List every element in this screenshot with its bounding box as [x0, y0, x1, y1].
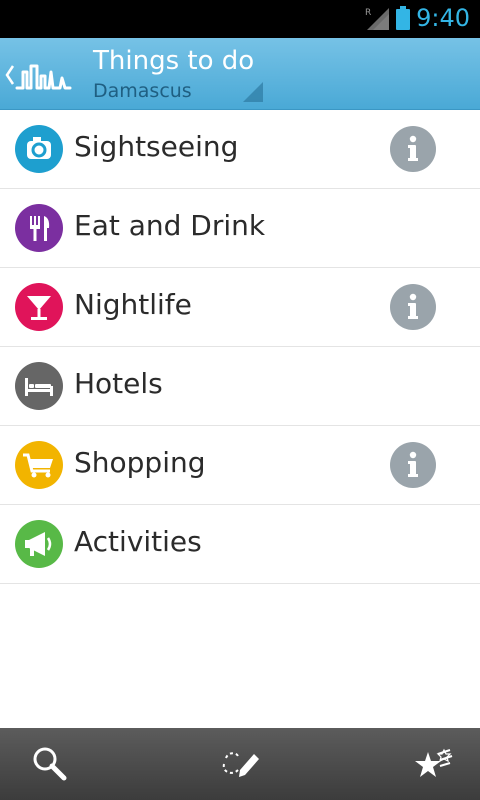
- category-label: Sightseeing: [74, 130, 239, 163]
- category-row-activities[interactable]: Activities: [0, 505, 480, 584]
- info-icon[interactable]: [390, 442, 436, 488]
- fork-knife-icon: [15, 204, 63, 252]
- category-row-hotels[interactable]: Hotels: [0, 347, 480, 426]
- search-button[interactable]: [28, 742, 72, 786]
- battery-icon: [396, 6, 410, 30]
- cocktail-glass-icon: [15, 283, 63, 331]
- camera-icon: [15, 125, 63, 173]
- shopping-cart-icon: [15, 441, 63, 489]
- category-row-sightseeing[interactable]: Sightseeing: [0, 110, 480, 189]
- bottom-toolbar: [0, 728, 480, 800]
- favorites-stars-icon: [415, 748, 453, 777]
- draw-route-button[interactable]: [218, 742, 262, 786]
- action-bar: Things to do Damascus: [0, 38, 480, 110]
- draw-route-icon: [222, 752, 259, 777]
- roaming-indicator: R: [365, 8, 371, 18]
- category-list: Sightseeing Eat and Drink Nightlife Hotels S…: [0, 110, 480, 584]
- status-bar: R 9:40: [0, 0, 480, 38]
- spinner-triangle-icon: [243, 82, 263, 102]
- category-row-nightlife[interactable]: Nightlife: [0, 268, 480, 347]
- category-label: Activities: [74, 525, 202, 558]
- megaphone-icon: [15, 520, 63, 568]
- favorites-button[interactable]: [410, 742, 454, 786]
- category-label: Eat and Drink: [74, 209, 266, 242]
- category-label: Shopping: [74, 446, 206, 479]
- category-row-shopping[interactable]: Shopping: [0, 426, 480, 505]
- category-row-eat-and-drink[interactable]: Eat and Drink: [0, 189, 480, 268]
- category-label: Hotels: [74, 367, 163, 400]
- city-skyline-logo-icon: [15, 64, 72, 90]
- category-label: Nightlife: [74, 288, 192, 321]
- info-icon[interactable]: [390, 284, 436, 330]
- search-icon: [33, 747, 67, 781]
- location-spinner[interactable]: Damascus: [93, 80, 192, 102]
- info-icon[interactable]: [390, 126, 436, 172]
- page-title: Things to do: [93, 46, 255, 76]
- back-chevron-icon: [5, 65, 15, 85]
- up-navigation-button[interactable]: [4, 58, 74, 94]
- clock: 9:40: [416, 4, 470, 32]
- signal-icon: R: [365, 8, 389, 30]
- bed-icon: [15, 362, 63, 410]
